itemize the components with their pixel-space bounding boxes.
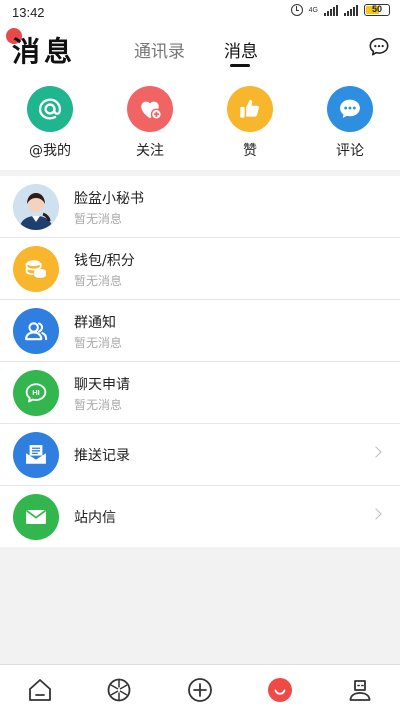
bottom-nav	[0, 664, 400, 712]
quick-actions: @我的 关注 赞 评论	[0, 76, 400, 170]
signal-icon-2	[344, 4, 358, 16]
page-title: 消息	[12, 35, 77, 68]
status-icons: 4G 50	[290, 4, 390, 16]
alarm-icon	[290, 4, 303, 16]
list-item[interactable]: 站内信	[0, 486, 400, 547]
signal-icon	[324, 4, 338, 16]
coins-icon	[13, 246, 59, 292]
comment-icon	[327, 86, 373, 132]
avatar	[13, 184, 59, 230]
list-item-title: 脸盆小秘书	[74, 191, 144, 207]
thumbs-up-icon	[227, 86, 273, 132]
chevron-right-icon	[370, 446, 382, 458]
list-item-title: 钱包/积分	[74, 253, 135, 269]
list-item[interactable]: 推送记录	[0, 424, 400, 486]
heart-plus-icon	[127, 86, 173, 132]
quick-action-label: 赞	[243, 143, 257, 159]
active-tab-indicator	[230, 64, 250, 67]
messages-icon[interactable]	[267, 677, 293, 703]
list-item-subtitle: 暂无消息	[74, 212, 123, 226]
quick-action-label: 关注	[136, 143, 164, 159]
group-icon	[13, 308, 59, 354]
list-item-subtitle: 暂无消息	[74, 336, 123, 350]
svg-text:HI: HI	[32, 388, 40, 397]
list-item[interactable]: 脸盆小秘书 暂无消息	[0, 176, 400, 238]
quick-action-comments[interactable]: 评论	[310, 86, 390, 160]
header: 消息 通讯录 消息	[0, 24, 400, 76]
status-bar: 13:42 4G 50	[0, 0, 400, 24]
chevron-right-icon	[370, 508, 382, 520]
quick-action-label: 评论	[336, 143, 364, 159]
list-item[interactable]: 钱包/积分 暂无消息	[0, 238, 400, 300]
quick-action-mentions[interactable]: @我的	[10, 86, 90, 160]
chat-bubble-icon[interactable]	[368, 36, 390, 58]
tab-contacts[interactable]: 通讯录	[134, 37, 185, 62]
battery-icon: 50	[364, 4, 390, 16]
quick-action-label: @我的	[29, 143, 71, 159]
list-item-title: 群通知	[74, 315, 116, 331]
at-icon	[27, 86, 73, 132]
list-item-subtitle: 暂无消息	[74, 398, 123, 412]
profile-icon[interactable]	[347, 677, 373, 703]
discover-icon[interactable]	[106, 677, 132, 703]
quick-action-follow[interactable]: 关注	[110, 86, 190, 160]
list-item-title: 推送记录	[74, 448, 130, 464]
envelope-icon	[13, 494, 59, 540]
add-icon[interactable]	[187, 677, 213, 703]
status-time: 13:42	[12, 5, 45, 20]
network-type: 4G	[308, 6, 318, 14]
list-item-title: 站内信	[74, 510, 116, 526]
list-item-subtitle: 暂无消息	[74, 274, 123, 288]
list-item[interactable]: 群通知 暂无消息	[0, 300, 400, 362]
hi-bubble-icon: HI	[13, 370, 59, 416]
list-item-title: 聊天申请	[74, 377, 130, 393]
list-item[interactable]: HI 聊天申请 暂无消息	[0, 362, 400, 424]
inbox-icon	[13, 432, 59, 478]
quick-action-likes[interactable]: 赞	[210, 86, 290, 160]
battery-level: 50	[371, 4, 382, 14]
message-list: 脸盆小秘书 暂无消息 钱包/积分 暂无消息 群通知 暂无消息 HI 聊天申请 暂…	[0, 176, 400, 547]
tab-messages[interactable]: 消息	[224, 37, 258, 62]
home-icon[interactable]	[27, 677, 53, 703]
